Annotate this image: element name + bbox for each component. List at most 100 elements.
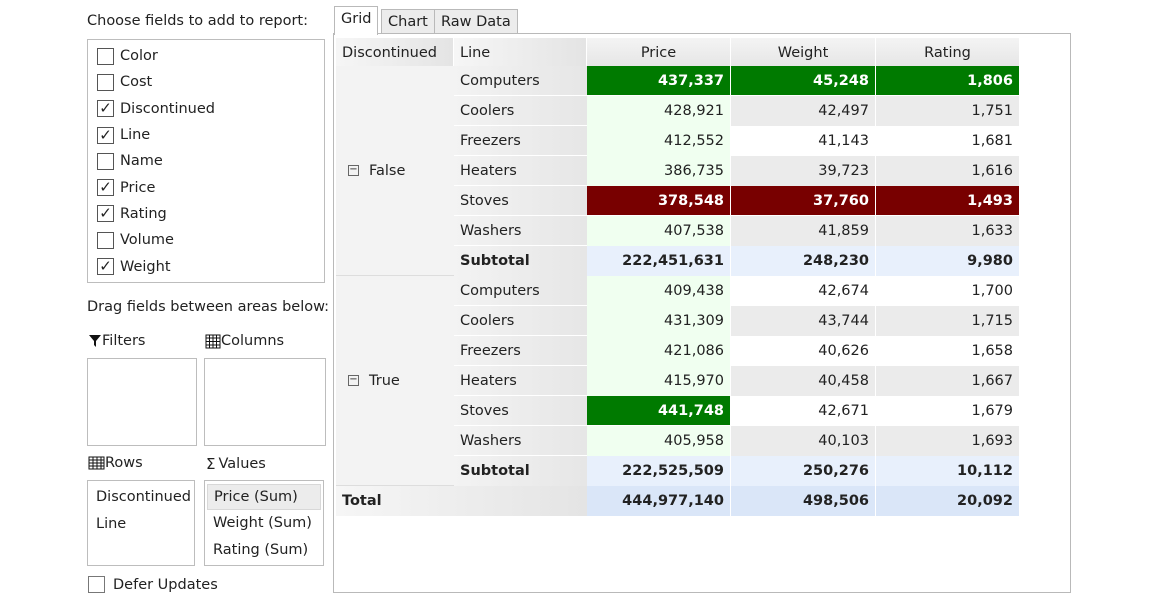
- cell-rating: 1,700: [876, 276, 1020, 306]
- rows-field-line[interactable]: Line: [88, 511, 194, 538]
- field-color[interactable]: Color: [88, 43, 324, 69]
- cell-price: 386,735: [587, 156, 731, 186]
- columns-area[interactable]: [204, 358, 326, 446]
- row-header-line: Coolers: [454, 96, 587, 126]
- total-price: 444,977,140: [587, 486, 731, 516]
- values-area[interactable]: Price (Sum) Weight (Sum) Rating (Sum): [204, 480, 324, 566]
- column-header-price: Price: [587, 38, 731, 66]
- checkbox-price[interactable]: ✓: [97, 179, 114, 197]
- cell-rating: 1,806: [876, 66, 1020, 96]
- minus-box-icon[interactable]: −: [348, 375, 359, 386]
- defer-checkbox-box[interactable]: [88, 576, 105, 593]
- subtotal-label: Subtotal: [454, 456, 587, 486]
- values-field-weight[interactable]: Weight (Sum): [205, 510, 323, 537]
- cell-rating: 1,616: [876, 156, 1020, 186]
- subtotal-rating: 10,112: [876, 456, 1020, 486]
- field-label: Weight: [120, 258, 171, 275]
- cell-rating: 1,493: [876, 186, 1020, 216]
- field-volume[interactable]: Volume: [88, 227, 324, 253]
- total-weight: 498,506: [731, 486, 876, 516]
- group-label: True: [369, 372, 400, 389]
- cell-weight: 41,143: [731, 126, 876, 156]
- drag-fields-label: Drag fields between areas below:: [87, 299, 330, 315]
- filter-icon: [89, 335, 101, 347]
- rows-label: Rows: [105, 455, 143, 471]
- rows-area[interactable]: Discontinued Line: [87, 480, 195, 566]
- row-header-line: Washers: [454, 426, 587, 456]
- cell-weight: 42,497: [731, 96, 876, 126]
- cell-rating: 1,658: [876, 336, 1020, 366]
- column-header-discontinued: Discontinued: [336, 38, 454, 66]
- tab-raw-data[interactable]: Raw Data: [434, 9, 518, 34]
- row-header-line: Washers: [454, 216, 587, 246]
- cell-price: 421,086: [587, 336, 731, 366]
- cell-weight: 39,723: [731, 156, 876, 186]
- field-line[interactable]: ✓ Line: [88, 122, 324, 148]
- checkbox-volume[interactable]: [97, 231, 114, 249]
- filters-area[interactable]: [87, 358, 197, 446]
- cell-price: 378,548: [587, 186, 731, 216]
- cell-weight: 43,744: [731, 306, 876, 336]
- rows-field-discontinued[interactable]: Discontinued: [88, 484, 194, 511]
- cell-rating: 1,751: [876, 96, 1020, 126]
- checkbox-discontinued[interactable]: ✓: [97, 100, 114, 118]
- values-field-price[interactable]: Price (Sum): [207, 484, 321, 510]
- column-header-rating: Rating: [876, 38, 1020, 66]
- cell-weight: 40,458: [731, 366, 876, 396]
- checkbox-weight[interactable]: ✓: [97, 258, 114, 276]
- field-price[interactable]: ✓ Price: [88, 174, 324, 200]
- field-label: Rating: [120, 205, 167, 222]
- values-label: Values: [218, 456, 266, 472]
- field-label: Price: [120, 179, 156, 196]
- checkbox-color[interactable]: [97, 47, 114, 65]
- field-discontinued[interactable]: ✓ Discontinued: [88, 96, 324, 122]
- cell-rating: 1,681: [876, 126, 1020, 156]
- values-field-rating[interactable]: Rating (Sum): [205, 537, 323, 564]
- row-header-line: Freezers: [454, 126, 587, 156]
- field-label: Line: [120, 127, 151, 144]
- checkbox-name[interactable]: [97, 152, 114, 170]
- cell-rating: 1,715: [876, 306, 1020, 336]
- minus-box-icon[interactable]: −: [348, 165, 359, 176]
- group-label: False: [369, 162, 406, 179]
- row-header-line: Computers: [454, 276, 587, 306]
- field-name[interactable]: Name: [88, 148, 324, 174]
- field-rating[interactable]: ✓ Rating: [88, 201, 324, 227]
- field-label: Color: [120, 48, 158, 65]
- cell-price: 405,958: [587, 426, 731, 456]
- field-weight[interactable]: ✓ Weight: [88, 253, 324, 279]
- tab-grid[interactable]: Grid: [334, 6, 379, 35]
- subtotal-weight: 250,276: [731, 456, 876, 486]
- subtotal-price: 222,525,509: [587, 456, 731, 486]
- grid-rows-icon: [88, 456, 105, 470]
- cell-price: 412,552: [587, 126, 731, 156]
- defer-updates-label: Defer Updates: [113, 576, 218, 593]
- subtotal-price: 222,451,631: [587, 246, 731, 276]
- cell-price: 431,309: [587, 306, 731, 336]
- checkbox-line[interactable]: ✓: [97, 126, 114, 144]
- cell-price: 437,337: [587, 66, 731, 96]
- checkbox-rating[interactable]: ✓: [97, 205, 114, 223]
- cell-weight: 45,248: [731, 66, 876, 96]
- filters-header: Filters: [88, 333, 145, 349]
- row-header-line: Coolers: [454, 306, 587, 336]
- row-header-line: Stoves: [454, 186, 587, 216]
- row-header-line: Heaters: [454, 156, 587, 186]
- columns-label: Columns: [221, 333, 285, 349]
- rows-header: Rows: [88, 455, 143, 471]
- field-cost[interactable]: Cost: [88, 69, 324, 95]
- tab-chart[interactable]: Chart: [381, 9, 435, 34]
- subtotal-weight: 248,230: [731, 246, 876, 276]
- checkbox-cost[interactable]: [97, 73, 114, 91]
- cell-weight: 41,859: [731, 216, 876, 246]
- cell-price: 407,538: [587, 216, 731, 246]
- subtotal-label: Subtotal: [454, 246, 587, 276]
- cell-price: 428,921: [587, 96, 731, 126]
- subtotal-rating: 9,980: [876, 246, 1020, 276]
- row-header-line: Heaters: [454, 366, 587, 396]
- choose-fields-label: Choose fields to add to report:: [87, 13, 308, 29]
- row-group-false: − False: [336, 66, 454, 276]
- defer-updates-checkbox[interactable]: Defer Updates: [88, 576, 218, 593]
- field-label: Name: [120, 153, 163, 170]
- cell-rating: 1,667: [876, 366, 1020, 396]
